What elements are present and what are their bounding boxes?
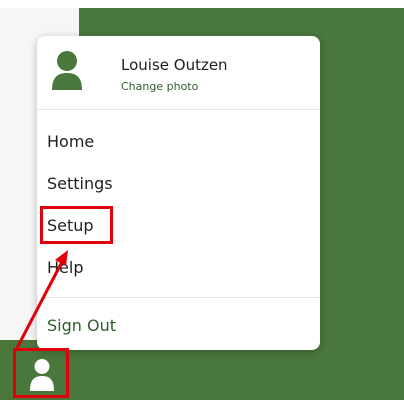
setup-highlight-box — [40, 206, 113, 244]
user-icon — [52, 51, 82, 90]
user-name: Louise Outzen — [121, 56, 228, 74]
account-button[interactable] — [13, 348, 69, 398]
user-menu: Louise Outzen Change photo Home Settings… — [37, 36, 320, 350]
menu-item-settings[interactable]: Settings — [47, 174, 113, 193]
menu-item-home[interactable]: Home — [47, 132, 94, 151]
top-strip — [0, 0, 404, 8]
user-icon — [30, 359, 54, 391]
sign-out-link[interactable]: Sign Out — [47, 316, 116, 335]
menu-divider — [37, 297, 320, 298]
change-photo-link[interactable]: Change photo — [121, 80, 198, 93]
menu-item-help[interactable]: Help — [47, 258, 83, 277]
profile-header: Louise Outzen Change photo — [37, 36, 320, 110]
